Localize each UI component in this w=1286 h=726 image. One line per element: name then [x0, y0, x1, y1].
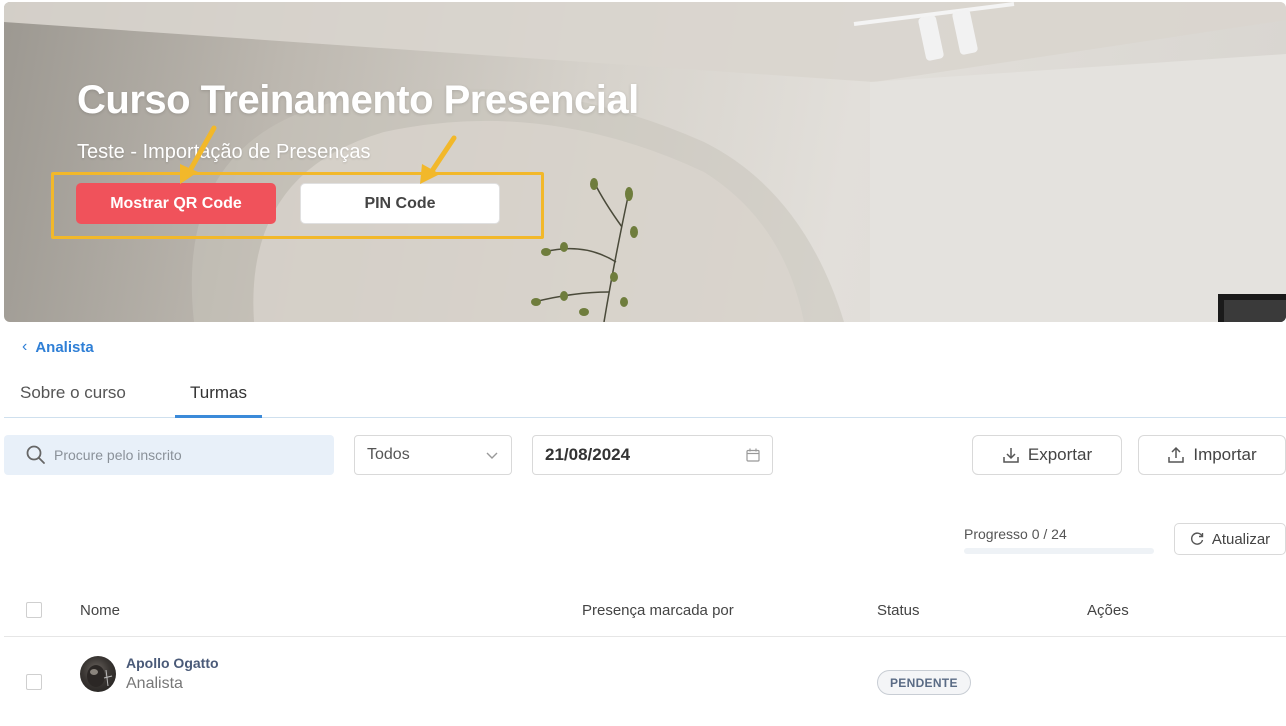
attendee-name[interactable]: Apollo Ogatto [126, 655, 219, 671]
column-header-marked-by[interactable]: Presença marcada por [582, 602, 734, 619]
upload-icon [1168, 446, 1185, 463]
column-header-actions: Ações [1087, 602, 1129, 619]
show-qr-code-button[interactable]: Mostrar QR Code [76, 183, 276, 224]
import-button[interactable]: Importar [1138, 435, 1286, 475]
active-tab-indicator [175, 415, 262, 418]
refresh-button-label: Atualizar [1211, 530, 1271, 548]
chevron-down-icon [486, 452, 498, 459]
course-subtitle: Teste - Importação de Presenças [77, 141, 371, 163]
refresh-icon [1190, 532, 1204, 545]
back-link-label: Analista [35, 338, 94, 356]
hero-banner: Curso Treinamento Presencial Teste - Imp… [4, 2, 1286, 322]
status-filter-select[interactable]: Todos [354, 435, 512, 475]
back-link[interactable]: ‹ Analista [22, 338, 94, 356]
column-header-status[interactable]: Status [877, 602, 920, 619]
table-row: Apollo Ogatto Analista PENDENTE [4, 638, 1286, 726]
export-button-label: Exportar [1027, 445, 1093, 464]
avatar [80, 656, 116, 692]
export-button[interactable]: Exportar [972, 435, 1122, 475]
import-button-label: Importar [1193, 445, 1257, 464]
tab-classes[interactable]: Turmas [190, 383, 247, 403]
course-title: Curso Treinamento Presencial [77, 78, 639, 122]
chevron-left-icon: ‹ [22, 338, 28, 355]
tab-about-course[interactable]: Sobre o curso [20, 383, 126, 403]
pin-code-button[interactable]: PIN Code [300, 183, 500, 224]
column-header-name[interactable]: Nome [80, 602, 120, 619]
date-picker-input[interactable]: 21/08/2024 [532, 435, 773, 475]
progress-label: Progresso 0 / 24 [964, 526, 1067, 542]
progress-bar [964, 548, 1154, 554]
tab-bar: Sobre o curso Turmas [4, 374, 1286, 418]
row-select-checkbox[interactable] [26, 674, 42, 690]
search-icon [26, 445, 45, 464]
search-box [4, 435, 334, 475]
refresh-button[interactable]: Atualizar [1174, 523, 1286, 555]
search-input[interactable] [54, 447, 314, 463]
table-header: Nome Presença marcada por Status Ações [4, 588, 1286, 637]
download-icon [1003, 448, 1019, 463]
select-all-checkbox[interactable] [26, 602, 42, 618]
status-badge: PENDENTE [877, 670, 971, 695]
calendar-icon [746, 448, 760, 462]
attendee-role: Analista [126, 675, 183, 692]
status-filter-value: Todos [367, 446, 410, 463]
date-value: 21/08/2024 [545, 445, 631, 464]
